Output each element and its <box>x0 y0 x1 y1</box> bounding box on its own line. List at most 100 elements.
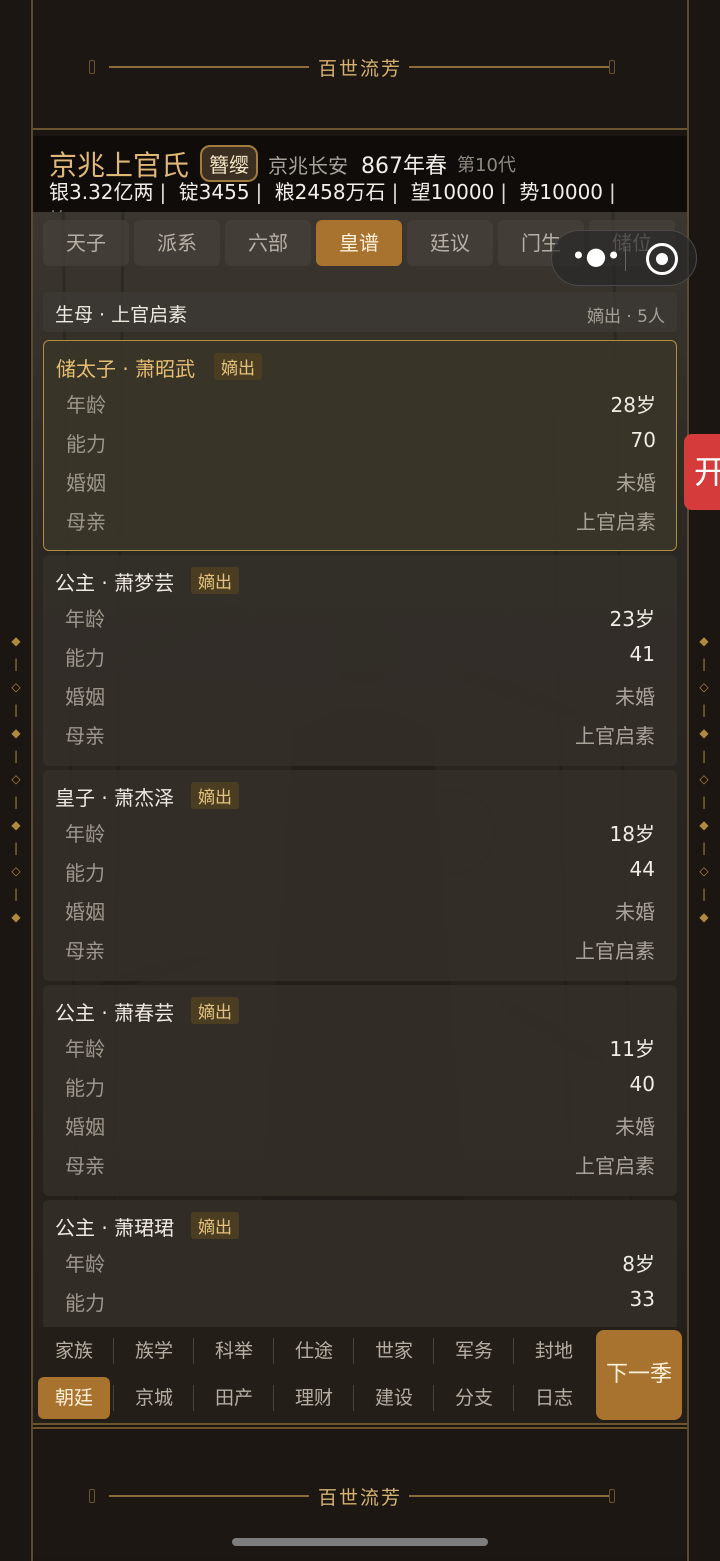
nav-farmland[interactable]: 田产 <box>198 1377 270 1419</box>
age-label: 年龄 <box>66 393 106 417</box>
marriage-label: 婚姻 <box>66 471 106 495</box>
stat-overflow: 策1 <box>49 204 82 212</box>
age-row: 年龄 18岁 <box>65 818 655 848</box>
children-count: 嫡出 · 5人 <box>586 307 665 327</box>
child-title: 公主 · 萧梦芸 <box>55 571 175 595</box>
nav-fief[interactable]: 封地 <box>518 1330 590 1372</box>
mother-value: 上官启素 <box>575 724 655 748</box>
age-row: 年龄 11岁 <box>65 1033 655 1063</box>
birth-tag: 嫡出 <box>191 567 239 594</box>
nav-branches[interactable]: 分支 <box>438 1377 510 1419</box>
capsule-divider <box>625 247 626 271</box>
child-card[interactable]: 公主 · 萧春芸 嫡出 年龄 11岁 能力 40 婚姻 未婚 母亲 上官启素 <box>43 985 677 1196</box>
mother-row: 母亲 上官启素 <box>65 1150 655 1180</box>
age-label: 年龄 <box>65 1037 105 1061</box>
nav-separator <box>193 1338 194 1364</box>
child-card[interactable]: 公主 · 萧珺珺 嫡出 年龄 8岁 能力 33 <box>43 1200 677 1327</box>
target-icon[interactable] <box>646 243 678 275</box>
marriage-label: 婚姻 <box>65 685 105 709</box>
nav-separator <box>113 1338 114 1364</box>
birth-tag: 嫡出 <box>191 782 239 809</box>
child-card[interactable]: 公主 · 萧梦芸 嫡出 年龄 23岁 能力 41 婚姻 未婚 母亲 上官启素 <box>43 555 677 766</box>
ability-value: 70 <box>630 428 656 452</box>
region-label: 京兆长安 <box>268 154 348 178</box>
child-card[interactable]: 储太子 · 萧昭武 嫡出 年龄 28岁 能力 70 婚姻 未婚 母亲 上官启素 <box>43 340 677 551</box>
nav-capital[interactable]: 京城 <box>118 1377 190 1419</box>
tab-faction[interactable]: 派系 <box>134 220 220 266</box>
marriage-row: 婚姻 未婚 <box>65 1111 655 1141</box>
bottom-nav: 家族 族学 科举 仕途 世家 军务 封地 朝廷 京城 田产 理财 建设 分支 日… <box>33 1327 687 1425</box>
age-row: 年龄 23岁 <box>65 603 655 633</box>
frame-right-line <box>687 0 689 1561</box>
nav-military[interactable]: 军务 <box>438 1330 510 1372</box>
mother-label: 母亲 <box>66 510 106 534</box>
marriage-label: 婚姻 <box>65 1115 105 1139</box>
mother-label: 母亲 <box>65 724 105 748</box>
marriage-value: 未婚 <box>615 900 655 924</box>
top-banner: 百世流芳 <box>33 0 687 130</box>
birth-tag: 嫡出 <box>214 353 262 380</box>
marriage-row: 婚姻 未婚 <box>65 896 655 926</box>
nav-separator <box>273 1385 274 1411</box>
ability-value: 41 <box>629 642 655 666</box>
ability-label: 能力 <box>65 1076 105 1100</box>
generation-label: 第10代 <box>457 155 516 176</box>
age-value: 8岁 <box>622 1252 655 1276</box>
nav-log[interactable]: 日志 <box>518 1377 590 1419</box>
ability-row: 能力 41 <box>65 642 655 672</box>
side-open-button[interactable]: 开 <box>684 434 720 510</box>
age-label: 年龄 <box>65 607 105 631</box>
nav-separator <box>273 1338 274 1364</box>
more-dots-icon[interactable]: •●• <box>566 243 626 273</box>
stat-prestige: 望10000 <box>410 180 495 204</box>
mother-value: 上官启素 <box>576 510 656 534</box>
mother-label: 母亲 <box>65 1154 105 1178</box>
nav-separator <box>353 1338 354 1364</box>
banner-rule-right <box>409 1495 609 1497</box>
nav-separator <box>513 1385 514 1411</box>
ability-label: 能力 <box>66 432 106 456</box>
mother-name: 生母 · 上官启素 <box>55 304 188 326</box>
mother-row: 母亲 上官启素 <box>65 720 655 750</box>
nav-separator <box>433 1385 434 1411</box>
stat-power: 势10000 <box>519 180 604 204</box>
diamond-icon: ◆ <box>11 634 21 648</box>
age-label: 年龄 <box>65 1252 105 1276</box>
child-title: 公主 · 萧春芸 <box>55 1001 175 1025</box>
tab-court-debate[interactable]: 廷议 <box>407 220 493 266</box>
home-indicator[interactable] <box>232 1538 488 1546</box>
next-season-button[interactable]: 下一季 <box>596 1330 682 1420</box>
nav-separator <box>513 1338 514 1364</box>
age-value: 18岁 <box>609 822 655 846</box>
tab-imperial-genealogy[interactable]: 皇谱 <box>316 220 402 266</box>
nav-construction[interactable]: 建设 <box>358 1377 430 1419</box>
marriage-value: 未婚 <box>615 685 655 709</box>
mother-row: 母亲 上官启素 <box>65 935 655 965</box>
child-card[interactable]: 皇子 · 萧杰泽 嫡出 年龄 18岁 能力 44 婚姻 未婚 母亲 上官启素 <box>43 770 677 981</box>
mother-header: 生母 · 上官启素 嫡出 · 5人 <box>43 292 677 332</box>
age-label: 年龄 <box>65 822 105 846</box>
ability-value: 40 <box>629 1072 655 1096</box>
ability-label: 能力 <box>65 861 105 885</box>
side-ornament-left: ◆ | ◇ | ◆ | ◇ | ◆ | ◇ | ◆ <box>10 630 22 929</box>
nav-career[interactable]: 仕途 <box>278 1330 350 1372</box>
age-value: 28岁 <box>610 393 656 417</box>
nav-clan-school[interactable]: 族学 <box>118 1330 190 1372</box>
ability-label: 能力 <box>65 1291 105 1315</box>
nav-exam[interactable]: 科举 <box>198 1330 270 1372</box>
ability-row: 能力 33 <box>65 1287 655 1317</box>
nav-family[interactable]: 家族 <box>38 1330 110 1372</box>
nav-separator <box>353 1385 354 1411</box>
ability-value: 44 <box>629 857 655 881</box>
birth-tag: 嫡出 <box>191 1212 239 1239</box>
nav-clans[interactable]: 世家 <box>358 1330 430 1372</box>
mother-label: 母亲 <box>65 939 105 963</box>
ability-row: 能力 40 <box>65 1072 655 1102</box>
nav-court[interactable]: 朝廷 <box>38 1377 110 1419</box>
child-title: 公主 · 萧珺珺 <box>55 1216 175 1240</box>
ability-row: 能力 44 <box>65 857 655 887</box>
tab-six-ministries[interactable]: 六部 <box>225 220 311 266</box>
tab-emperor[interactable]: 天子 <box>43 220 129 266</box>
nav-finance[interactable]: 理财 <box>278 1377 350 1419</box>
screen: ◆ | ◇ | ◆ | ◇ | ◆ | ◇ | ◆ ◆ | ◇ | ◆ | ◇ | ◆ | ◇ | ◆ 百世流芳 京兆上官氏 簪… <box>0 0 720 1561</box>
